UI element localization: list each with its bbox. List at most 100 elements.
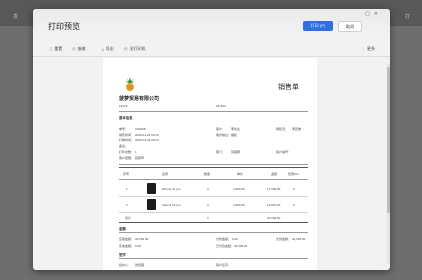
amount-value-already-paid: 34,693.00 xyxy=(234,244,248,248)
scrollbar-thumb[interactable] xyxy=(387,67,390,213)
table-top-border xyxy=(119,167,308,168)
print-sheet: 销售单 菠萝贸易有限公司 12373 ZF-444 基本信息 单号： XZ043… xyxy=(103,58,317,270)
info-value-salesperson: 李四维 xyxy=(292,127,302,131)
preview-toolbar: ▯ 重置 ◎ 放缩 ⤓ 导出 ◎ 全打印机 ⋮ 更多 xyxy=(33,42,390,57)
divider xyxy=(119,258,308,259)
toolbar-zoom[interactable]: ◎ 放缩 xyxy=(72,46,86,52)
window-controls[interactable]: ▢✕ xyxy=(365,11,382,17)
info-label-order: 单号： xyxy=(119,127,129,131)
table-header-qty: 数量 xyxy=(204,172,211,176)
table-row-1-discount: 5 xyxy=(293,187,295,191)
divider xyxy=(119,111,308,112)
cancel-button[interactable]: 取消 xyxy=(338,21,362,32)
info-label-salesperson: 销售员： xyxy=(276,127,289,131)
printer-icon: ◎ xyxy=(124,46,128,51)
file-icon: ▯ xyxy=(50,46,53,51)
info-label-remark: 备注： xyxy=(119,144,129,148)
pineapple-logo-icon xyxy=(125,77,135,91)
info-value-address: 福建 xyxy=(231,133,238,137)
company-name: 菠萝贸易有限公司 xyxy=(119,96,160,102)
company-code-2: ZF-444 xyxy=(216,104,226,108)
amount-value-received: 0.00 xyxy=(135,244,141,248)
dialog-titlebar: 打印预览 ▢✕ 打印 (P) 取消 xyxy=(33,9,390,40)
product-thumbnail-xiaomi xyxy=(147,199,156,210)
table-row-2-price: 4,999.00 xyxy=(233,203,245,207)
info-label-customer: 客户： xyxy=(216,127,226,131)
info-value-manager: 顾客甲 xyxy=(135,156,145,160)
section-signature: 签字 xyxy=(119,253,126,257)
table-row-2-no: 2 xyxy=(126,203,128,207)
zoom-icon: ◎ xyxy=(72,46,76,51)
table-row-2-name: Xiaomi 10 pro xyxy=(162,203,181,207)
section-amount: 金额 xyxy=(119,227,126,231)
table-row-1-price: 4,999.00 xyxy=(233,187,245,191)
section-basic-info: 基本信息 xyxy=(119,116,133,120)
info-value-print-time: 2020-01-26 09:14 xyxy=(135,138,159,142)
document-title: 销售单 xyxy=(278,84,299,91)
sign-label-handler: 经办人： xyxy=(119,263,132,267)
divider xyxy=(119,164,308,165)
toolbar-printer-label: 全打印机 xyxy=(129,46,146,51)
table-header-name: 名称 xyxy=(162,172,169,176)
amount-label-already-paid: 已付款金额： xyxy=(216,244,235,248)
toolbar-printer[interactable]: ◎ 全打印机 xyxy=(124,46,146,52)
table-total-qty: 3 xyxy=(207,216,209,220)
info-label-department: 部门： xyxy=(216,150,226,154)
info-value-department: 营销部 xyxy=(231,150,241,154)
table-row-1-name: iPhone 11 pro xyxy=(162,187,181,191)
background-label-right: 打 xyxy=(405,14,411,20)
table-row-2-discount: 5 xyxy=(293,203,295,207)
info-label-address: 收货地址： xyxy=(216,133,232,137)
amount-value-paid: 0.00 xyxy=(232,237,238,241)
info-label-print-time: 打单时间： xyxy=(119,138,135,142)
close-icon[interactable]: ✕ xyxy=(374,11,382,17)
table-row-1-amount: 17,999.00 xyxy=(267,187,281,191)
amount-label-owed: 欠款金额： xyxy=(276,237,292,241)
toolbar-more[interactable]: ⋮ 更多 xyxy=(361,46,375,52)
info-label-print-count: 打印次数： xyxy=(119,150,135,154)
info-value-customer: 李先生 xyxy=(231,127,241,131)
table-row-1-no: 1 xyxy=(126,187,128,191)
sign-value-handler: 张经理 xyxy=(135,263,145,267)
table-row-border xyxy=(119,212,308,213)
print-button[interactable]: 打印 (P) xyxy=(303,21,333,31)
print-preview-dialog: 打印预览 ▢✕ 打印 (P) 取消 ▯ 重置 ◎ 放缩 ⤓ 导出 ◎ 全打印机 ⋮ 更多 … xyxy=(33,9,390,270)
table-header-discount: 优惠(%) xyxy=(288,172,299,176)
table-header-price: 单价 xyxy=(237,172,244,176)
table-total-amount: 34,693.00 xyxy=(267,216,281,220)
toolbar-zoom-label: 放缩 xyxy=(77,46,86,51)
info-label-customer-no: 客户编号： xyxy=(276,150,292,154)
amount-label-receivable: 应收金额： xyxy=(119,237,135,241)
dialog-title: 打印预览 xyxy=(48,22,80,31)
info-label-sale-time: 销售时间： xyxy=(119,133,135,137)
table-header-amount: 金额 xyxy=(271,172,278,176)
table-row-border xyxy=(119,196,308,197)
info-value-print-count: 1 xyxy=(135,150,137,154)
amount-label-received: 实收金额： xyxy=(119,244,135,248)
toolbar-export[interactable]: ⤓ 导出 xyxy=(102,46,114,52)
maximize-icon[interactable]: ▢ xyxy=(365,11,374,17)
background-label: 发 xyxy=(13,14,19,20)
amount-value-owed: 34,693.00 xyxy=(292,237,306,241)
table-total-label: 合计 xyxy=(125,216,132,220)
info-value-order: XZ0438 xyxy=(135,127,146,131)
export-icon: ⤓ xyxy=(102,46,104,51)
table-row-2-qty: 3 xyxy=(207,203,209,207)
amount-label-paid: 付款金额： xyxy=(216,237,232,241)
more-icon: ⋮ xyxy=(361,46,365,51)
table-header-no: 序号 xyxy=(123,172,130,176)
info-label-manager: 客户经理： xyxy=(119,156,135,160)
toolbar-reset[interactable]: ▯ 重置 xyxy=(50,46,62,52)
divider xyxy=(119,232,308,233)
toolbar-export-label: 导出 xyxy=(105,46,114,51)
table-bottom-border xyxy=(119,222,308,223)
sign-label-customer: 客户签字： xyxy=(216,263,232,267)
toolbar-reset-label: 重置 xyxy=(54,46,63,51)
company-code: 12373 xyxy=(119,104,128,108)
amount-value-receivable: 34,693.00 xyxy=(135,237,149,241)
product-thumbnail-iphone xyxy=(147,183,156,194)
table-row-1-qty: 3 xyxy=(207,187,209,191)
table-row-2-amount: 14,997.00 xyxy=(267,203,281,207)
toolbar-more-label: 更多 xyxy=(367,46,375,51)
info-value-sale-time: 2020-01-26 09:14 xyxy=(135,133,159,137)
